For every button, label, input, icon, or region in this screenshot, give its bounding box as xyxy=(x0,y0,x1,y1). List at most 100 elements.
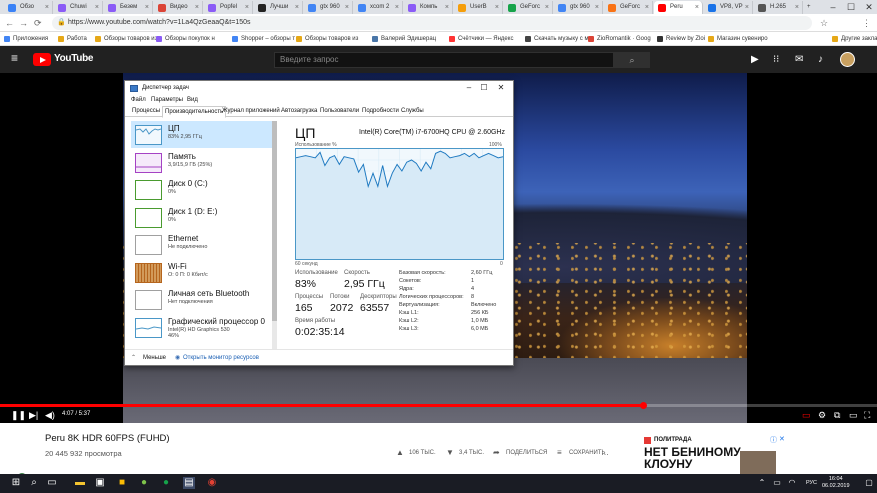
menu-icon[interactable]: ⋮ xyxy=(862,17,871,29)
menu-view[interactable]: Вид xyxy=(187,95,198,106)
fewer-details-link[interactable]: Меньше xyxy=(143,353,166,363)
bookmark-item[interactable]: Скачать музыку с м xyxy=(525,32,589,46)
save-button[interactable]: СОХРАНИТЬ xyxy=(569,450,605,456)
bookmark-item[interactable]: Работа xyxy=(58,32,87,46)
sidebar-item[interactable]: Wi-Fi О: 0 П: 0 Кбит/с xyxy=(131,259,275,286)
sidebar-item[interactable]: Ethernet Не подключено xyxy=(131,231,275,258)
browser-tab[interactable]: Обзо × xyxy=(4,1,53,14)
browser-tab[interactable]: Видео × xyxy=(154,1,203,14)
task-manager-taskbar-icon[interactable]: ▤ xyxy=(183,477,195,489)
browser-tab[interactable]: VP8, VP × xyxy=(704,1,753,14)
tab-app-history[interactable]: Журнал приложений xyxy=(220,106,282,117)
back-icon[interactable]: ← xyxy=(5,17,14,29)
bookmark-item[interactable]: ZioRomantik · Goog xyxy=(588,32,651,46)
tab-close-icon[interactable]: × xyxy=(195,1,199,14)
share-button[interactable]: ПОДЕЛИТЬСЯ xyxy=(506,450,547,456)
tab-startup[interactable]: Автозагрузка xyxy=(279,106,319,117)
browser-tab[interactable]: xcom 2 × xyxy=(354,1,403,14)
thumbs-up-icon[interactable]: ▲ xyxy=(396,448,404,457)
tm-minimize-button[interactable]: – xyxy=(462,82,476,94)
bookmark-item[interactable]: Обзоры товаров из xyxy=(296,32,358,46)
sidebar-item[interactable]: Графический процессор 0 Intel(R) HD Graph… xyxy=(131,314,275,341)
reload-icon[interactable]: ⟳ xyxy=(34,17,42,29)
bookmark-item[interactable]: Другие закладки xyxy=(832,32,877,46)
browser-tab[interactable]: gtx 960 × xyxy=(554,1,603,14)
tab-services[interactable]: Службы xyxy=(399,106,426,117)
browser-tab[interactable]: UserB × xyxy=(454,1,503,14)
create-video-icon[interactable]: ▶ xyxy=(751,54,759,65)
browser-tab[interactable]: Компь × xyxy=(404,1,453,14)
chevron-up-icon[interactable]: ⌃ xyxy=(131,353,136,363)
wifi-icon[interactable]: ◠ xyxy=(786,477,798,489)
browser-tab[interactable]: GeForc × xyxy=(604,1,653,14)
store-icon[interactable]: ▣ xyxy=(94,477,106,489)
sidebar-item[interactable]: ЦП 83% 2,95 ГГц xyxy=(131,121,275,148)
task-view-icon[interactable]: ▭ xyxy=(46,477,58,489)
tray-chevron-icon[interactable]: ⌃ xyxy=(756,477,768,489)
star-icon[interactable]: ☆ xyxy=(820,17,828,29)
bookmark-item[interactable]: Обзоры покупок н xyxy=(156,32,215,46)
apps-icon[interactable]: ⁝⁝ xyxy=(773,54,779,65)
sidebar-item[interactable]: Память 3,9/15,9 ГБ (25%) xyxy=(131,149,275,176)
tab-details[interactable]: Подробности xyxy=(360,106,401,117)
tab-close-icon[interactable]: × xyxy=(245,1,249,14)
open-resource-monitor-link[interactable]: Открыть монитор ресурсов xyxy=(183,353,259,363)
more-icon[interactable]: … xyxy=(601,448,609,457)
bookmark-item[interactable]: Валерий Эдишерац xyxy=(372,32,436,46)
thumbs-down-icon[interactable]: ▼ xyxy=(446,448,454,457)
close-button[interactable]: ✕ xyxy=(860,0,877,14)
tab-close-icon[interactable]: × xyxy=(795,1,799,14)
tab-close-icon[interactable]: × xyxy=(645,1,649,14)
volume-icon[interactable]: ◀) xyxy=(45,409,55,421)
bell-icon[interactable]: ♪ xyxy=(818,54,823,65)
browser-tab[interactable]: Безем × xyxy=(104,1,153,14)
tm-close-button[interactable]: ✕ xyxy=(494,82,508,94)
ad-close-icon[interactable]: ✕ xyxy=(779,435,785,443)
fullscreen-icon[interactable]: ⛶ xyxy=(864,409,870,421)
bookmark-item[interactable]: Счётчики — Яндекс xyxy=(449,32,513,46)
monitor-icon[interactable]: ◉ xyxy=(175,353,180,363)
maximize-button[interactable]: ☐ xyxy=(842,0,860,14)
tab-close-icon[interactable]: × xyxy=(95,1,99,14)
chrome-icon[interactable]: ◉ xyxy=(206,477,218,489)
tab-close-icon[interactable]: × xyxy=(395,1,399,14)
browser-tab[interactable]: Chuwi × xyxy=(54,1,103,14)
menu-file[interactable]: Файл xyxy=(131,95,146,106)
tab-close-icon[interactable]: × xyxy=(745,1,749,14)
messages-icon[interactable]: ✉ xyxy=(795,54,803,65)
browser-tab[interactable]: gtx 960 × xyxy=(304,1,353,14)
tab-close-icon[interactable]: × xyxy=(495,1,499,14)
torrent-icon[interactable]: ● xyxy=(138,477,150,489)
tab-processes[interactable]: Процессы xyxy=(130,106,162,117)
add-to-playlist-icon[interactable]: ≡ xyxy=(557,448,562,457)
forward-icon[interactable]: → xyxy=(19,17,28,29)
share-icon[interactable]: ➦ xyxy=(493,448,500,457)
tab-users[interactable]: Пользователи xyxy=(318,106,361,117)
next-icon[interactable]: ▶| xyxy=(29,409,38,421)
url-input[interactable]: 🔒 https://www.youtube.com/watch?v=1La4Qz… xyxy=(52,16,812,30)
miniplayer-icon[interactable]: ⧉ xyxy=(834,409,840,421)
browser-tab[interactable]: H.265 × xyxy=(754,1,803,14)
clock[interactable]: 16:04 06.02.2019 xyxy=(822,476,850,490)
youtube-logo-icon[interactable] xyxy=(33,53,51,66)
tab-close-icon[interactable]: × xyxy=(295,1,299,14)
theater-icon[interactable]: ▭ xyxy=(849,409,858,421)
like-count[interactable]: 106 ТЫС. xyxy=(409,450,436,456)
browser-tab[interactable]: Peru × xyxy=(654,1,703,14)
tab-close-icon[interactable]: × xyxy=(595,1,599,14)
language-indicator[interactable]: РУС xyxy=(806,480,817,486)
sidebar-item[interactable]: Личная сеть Bluetooth Нет подключения xyxy=(131,286,275,313)
sidebar-item[interactable]: Диск 0 (C:) 0% xyxy=(131,176,275,203)
new-tab-button[interactable]: + xyxy=(804,1,818,14)
tab-close-icon[interactable]: × xyxy=(445,1,449,14)
bookmark-item[interactable]: Магазин сувениро xyxy=(708,32,768,46)
youtube-brand[interactable]: YouTube xyxy=(54,53,94,64)
sidebar-scrollbar-thumb[interactable] xyxy=(272,121,277,321)
bookmark-item[interactable]: Обзоры товаров из xyxy=(95,32,157,46)
browser-tab[interactable]: Лучши × xyxy=(254,1,303,14)
battery-icon[interactable]: ▭ xyxy=(771,477,783,489)
app-icon[interactable]: ■ xyxy=(116,477,128,489)
search-input[interactable]: Введите запрос xyxy=(274,52,614,68)
windows-start-icon[interactable]: ⊞ xyxy=(10,477,22,489)
hamburger-icon[interactable]: ≡ xyxy=(11,52,18,64)
